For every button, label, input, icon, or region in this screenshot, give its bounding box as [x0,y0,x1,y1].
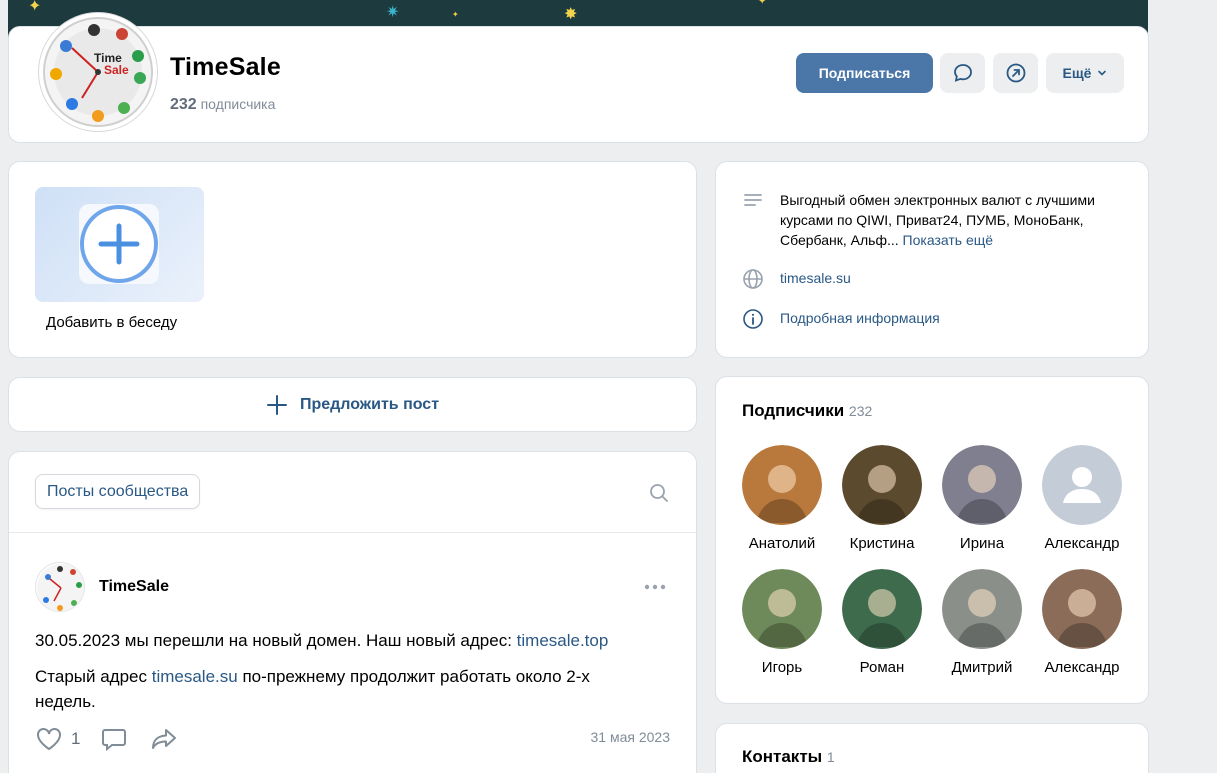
post-text-line-1: 30.05.2023 мы перешли на новый домен. На… [35,631,609,650]
subscriber-item[interactable]: Ирина [937,445,1027,552]
description-row: Выгодный обмен электронных валют с лучши… [742,190,1124,250]
plus-circle-icon [80,205,158,283]
subscriber-avatar [742,569,822,649]
like-button[interactable]: 1 [35,726,80,752]
post-text-line-2: Старый адрес timesale.su по-прежнему про… [35,667,590,686]
group-header: Time Sale TimeSale 232 подписчика Подпис… [8,13,1149,143]
plus-icon [266,394,287,415]
subscriber-name: Александр [1044,535,1120,552]
star-decoration: ✷ [386,4,400,21]
website-row: timesale.su [742,268,1124,290]
details-link[interactable]: Подробная информация [780,308,1124,328]
subscriber-avatar [742,445,822,525]
svg-text:Sale: Sale [104,63,129,77]
star-decoration: ✦ [452,10,459,19]
post-author-avatar[interactable] [35,562,85,612]
star-decoration: ✸ [564,6,578,23]
subscriber-name: Анатолий [748,535,816,552]
share-icon[interactable] [150,727,178,751]
tab-community-posts[interactable]: Посты сообщества [35,474,201,509]
post-text-line-3: недель. [35,692,96,711]
subscriber-avatar [842,445,922,525]
message-icon [953,64,972,82]
post-date[interactable]: 31 мая 2023 [591,729,671,745]
show-more-link[interactable]: Показать ещё [903,232,994,248]
subscriber-name: Ирина [959,535,1005,552]
more-dots-icon[interactable] [644,584,666,590]
contacts-card: Контакты 1 [715,723,1149,773]
subscriber-avatar [842,569,922,649]
subscriber-name: Дмитрий [951,659,1013,676]
message-button[interactable] [940,53,985,93]
add-to-chat-tile[interactable] [35,187,204,302]
group-avatar[interactable]: Time Sale [39,13,157,131]
chevron-down-icon [1098,70,1107,76]
heart-icon [37,728,61,751]
subscriber-name: Александр [1044,659,1120,676]
divider [9,532,696,533]
subscriber-avatar [1042,569,1122,649]
text-lines-icon [744,194,762,206]
subscribers-title[interactable]: Подписчики 232 [742,401,872,421]
subscriber-avatar [942,445,1022,525]
subscriber-name: Роман [859,659,905,676]
suggest-post-button[interactable]: Предложить пост [8,377,697,432]
website-link[interactable]: timesale.su [780,268,1124,288]
subscriber-avatar [1042,445,1122,525]
subscriber-avatar [942,569,1022,649]
info-card: Выгодный обмен электронных валют с лучши… [715,161,1149,358]
globe-icon [743,269,763,289]
share-button[interactable] [993,53,1038,93]
subscriber-item[interactable]: Анатолий [737,445,827,552]
subscriber-item[interactable]: Игорь [737,569,827,676]
info-icon [743,309,763,329]
subscriber-name: Кристина [849,535,915,552]
group-name: TimeSale [170,53,281,81]
comment-icon[interactable] [101,727,127,751]
like-count: 1 [71,729,81,748]
new-domain-link[interactable]: timesale.top [517,631,609,650]
group-description: Выгодный обмен электронных валют с лучши… [780,192,1095,248]
subscriber-item[interactable]: Александр [1037,445,1127,552]
star-decoration: ✦ [758,0,767,7]
star-decoration: ✦ [28,0,42,15]
share-circle-icon [1006,63,1025,83]
plus-tile [79,204,159,284]
details-row: Подробная информация [742,308,1124,330]
subscriber-item[interactable]: Дмитрий [937,569,1027,676]
posts-card: Посты сообщества TimeSale 30.05.2023 мы … [8,451,697,773]
add-to-chat-label[interactable]: Добавить в беседу [46,314,177,331]
subscriber-name: Игорь [761,659,803,676]
chat-card: Добавить в беседу [8,161,697,358]
subscriber-item[interactable]: Роман [837,569,927,676]
contacts-title[interactable]: Контакты 1 [742,747,835,767]
more-button[interactable]: Ещё [1046,53,1124,93]
subscribers-card: Подписчики 232 Анатолий Кристина Ирина Алек… [715,376,1149,704]
subscribers-count[interactable]: 232 подписчика [170,96,275,114]
post-author-name[interactable]: TimeSale [99,578,169,596]
subscribe-button[interactable]: Подписаться [796,53,933,93]
search-icon[interactable] [648,482,670,504]
subscriber-item[interactable]: Кристина [837,445,927,552]
old-domain-link[interactable]: timesale.su [152,667,238,686]
subscriber-item[interactable]: Александр [1037,569,1127,676]
